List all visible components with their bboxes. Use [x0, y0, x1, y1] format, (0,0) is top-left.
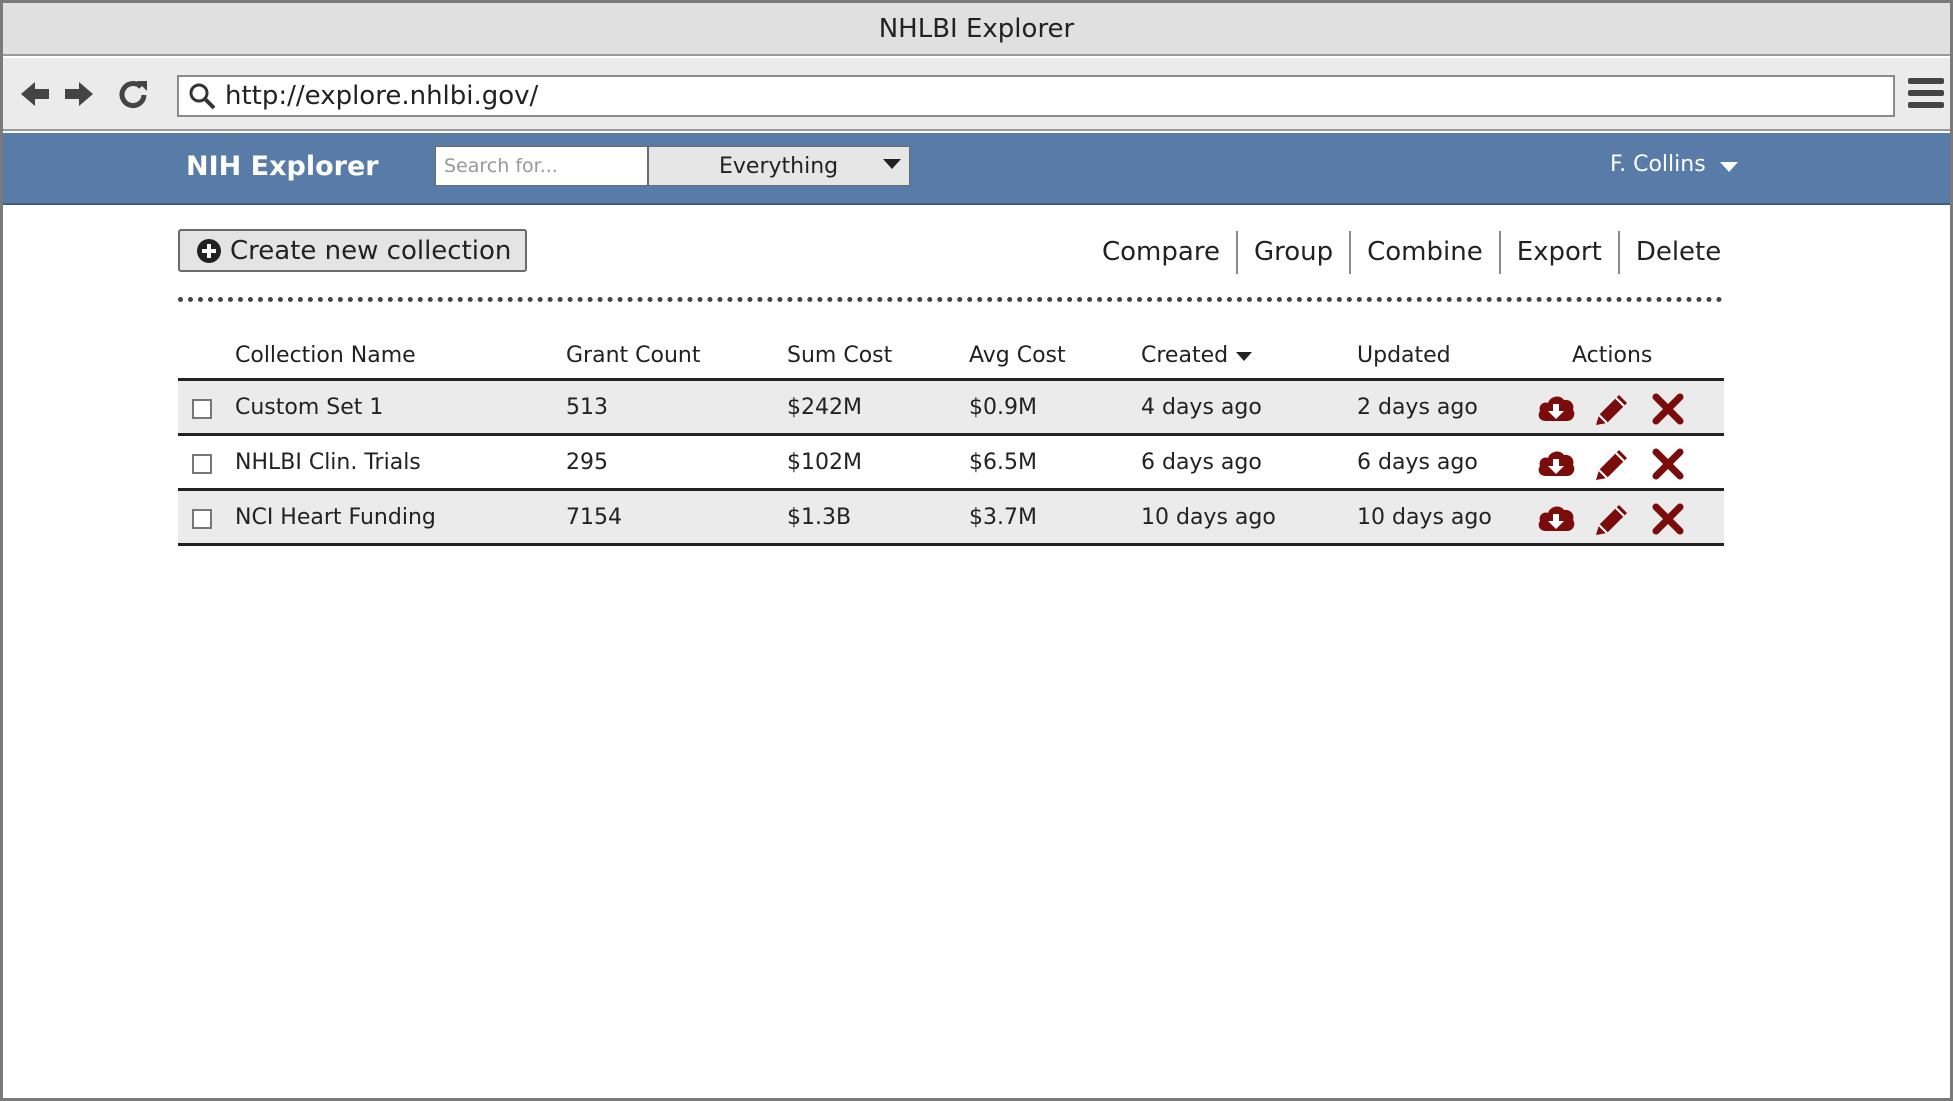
window-titlebar: NHLBI Explorer [3, 3, 1950, 56]
collection-name[interactable]: NCI Heart Funding [235, 505, 436, 530]
created-date: 10 days ago [1141, 505, 1276, 530]
column-header-updated[interactable]: Updated [1357, 343, 1451, 368]
collection-name[interactable]: NHLBI Clin. Trials [235, 450, 421, 475]
plus-circle-icon [197, 238, 221, 263]
pencil-icon[interactable] [1592, 446, 1632, 482]
updated-date: 10 days ago [1357, 505, 1492, 530]
section-divider [178, 297, 1723, 302]
chevron-down-icon [883, 159, 901, 169]
column-header-actions: Actions [1572, 343, 1653, 368]
arrow-right-icon [65, 82, 93, 106]
sum-cost: $242M [787, 395, 862, 420]
row-checkbox[interactable] [192, 454, 212, 474]
window-title: NHLBI Explorer [878, 13, 1075, 44]
updated-date: 6 days ago [1357, 450, 1478, 475]
search-scope-select[interactable]: Everything [648, 146, 910, 186]
created-date: 6 days ago [1141, 450, 1262, 475]
cloud-download-icon[interactable] [1536, 446, 1576, 482]
user-name: F. Collins [1610, 152, 1706, 177]
combine-button[interactable]: Combine [1351, 231, 1499, 274]
created-date: 4 days ago [1141, 395, 1262, 420]
user-menu[interactable]: F. Collins [1610, 152, 1738, 177]
table-row: NCI Heart Funding 7154 $1.3B $3.7M 10 da… [178, 491, 1724, 546]
address-bar[interactable]: http://explore.nhlbi.gov/ [177, 75, 1895, 117]
browser-window: NHLBI Explorer http://explore.nhlbi.gov/ [0, 0, 1953, 1101]
collection-name[interactable]: Custom Set 1 [235, 395, 383, 420]
column-header-sum-cost[interactable]: Sum Cost [787, 343, 892, 368]
column-header-created-label: Created [1141, 343, 1229, 368]
grant-count: 513 [566, 395, 608, 420]
chevron-down-icon [1719, 161, 1738, 172]
updated-date: 2 days ago [1357, 395, 1478, 420]
search-scope-value: Everything [719, 153, 839, 179]
forward-button[interactable] [59, 74, 99, 114]
pencil-icon[interactable] [1592, 501, 1632, 537]
table-header: Collection Name Grant Count Sum Cost Avg… [178, 333, 1724, 381]
create-collection-button[interactable]: Create new collection [178, 229, 527, 272]
column-header-grant-count[interactable]: Grant Count [566, 343, 700, 368]
grant-count: 295 [566, 450, 608, 475]
app-header: NIH Explorer Everything F. Collins [3, 133, 1950, 205]
avg-cost: $3.7M [969, 505, 1037, 530]
hamburger-icon [1908, 78, 1944, 84]
sum-cost: $102M [787, 450, 862, 475]
avg-cost: $6.5M [969, 450, 1037, 475]
row-checkbox[interactable] [192, 399, 212, 419]
sum-cost: $1.3B [787, 505, 852, 530]
avg-cost: $0.9M [969, 395, 1037, 420]
group-button[interactable]: Group [1238, 231, 1349, 274]
x-icon[interactable] [1648, 446, 1688, 482]
search-input[interactable] [435, 146, 648, 186]
reload-icon [119, 81, 147, 109]
search-icon [189, 83, 216, 110]
column-header-avg-cost[interactable]: Avg Cost [969, 343, 1066, 368]
url-text: http://explore.nhlbi.gov/ [225, 81, 539, 111]
create-collection-label: Create new collection [230, 235, 512, 266]
pencil-icon[interactable] [1592, 391, 1632, 427]
collections-table: Collection Name Grant Count Sum Cost Avg… [178, 333, 1724, 546]
row-checkbox[interactable] [192, 509, 212, 529]
reload-button[interactable] [113, 74, 153, 114]
x-icon[interactable] [1648, 501, 1688, 537]
back-button[interactable] [15, 74, 55, 114]
x-icon[interactable] [1648, 391, 1688, 427]
export-button[interactable]: Export [1501, 231, 1618, 274]
collection-actions: Compare Group Combine Export Delete [1086, 231, 1737, 274]
app-brand[interactable]: NIH Explorer [186, 151, 379, 182]
column-header-created[interactable]: Created [1141, 343, 1253, 368]
delete-button[interactable]: Delete [1620, 231, 1737, 274]
browser-menu-button[interactable] [1908, 78, 1944, 112]
cloud-download-icon[interactable] [1536, 501, 1576, 537]
sort-descending-icon [1236, 351, 1253, 361]
arrow-left-icon [21, 82, 49, 106]
grant-count: 7154 [566, 505, 622, 530]
browser-toolbar: http://explore.nhlbi.gov/ [3, 58, 1950, 131]
column-header-name[interactable]: Collection Name [235, 343, 416, 368]
table-row: Custom Set 1 513 $242M $0.9M 4 days ago … [178, 381, 1724, 436]
compare-button[interactable]: Compare [1086, 231, 1236, 274]
cloud-download-icon[interactable] [1536, 391, 1576, 427]
table-row: NHLBI Clin. Trials 295 $102M $6.5M 6 day… [178, 436, 1724, 491]
